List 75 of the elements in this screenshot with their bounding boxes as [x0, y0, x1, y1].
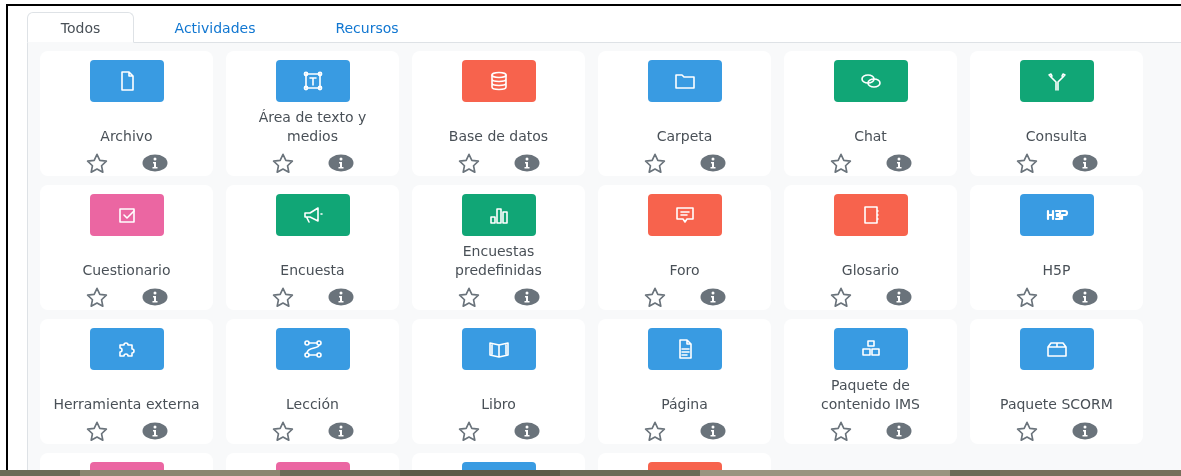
module-name: H5P	[1042, 261, 1071, 280]
module-card[interactable]: Encuesta	[226, 185, 399, 310]
info-icon[interactable]	[699, 422, 726, 440]
star-icon[interactable]	[271, 421, 294, 441]
star-icon[interactable]	[457, 153, 480, 173]
module-name: Archivo	[100, 127, 153, 146]
star-icon[interactable]	[85, 287, 108, 307]
info-icon[interactable]	[885, 154, 912, 172]
module-name: Foro	[669, 261, 700, 280]
module-name: Consulta	[1025, 127, 1088, 146]
module-card[interactable]: Consulta	[970, 51, 1143, 176]
module-name: Cuestionario	[82, 261, 171, 280]
module-name: Herramienta externa	[53, 395, 200, 414]
star-icon[interactable]	[271, 153, 294, 173]
module-name: Encuesta	[280, 261, 345, 280]
tab[interactable]: Todos	[27, 12, 134, 43]
tab[interactable]: Actividades	[134, 12, 296, 43]
star-icon[interactable]	[643, 153, 666, 173]
star-icon[interactable]	[457, 287, 480, 307]
module-card[interactable]: Herramienta externa	[40, 319, 213, 444]
module-card[interactable]: Cuestionario	[40, 185, 213, 310]
star-icon[interactable]	[271, 287, 294, 307]
star-icon[interactable]	[1015, 287, 1038, 307]
module-card[interactable]: Paquete SCORM	[970, 319, 1143, 444]
module-card[interactable]: Base de datos	[412, 51, 585, 176]
info-icon[interactable]	[327, 154, 354, 172]
info-icon[interactable]	[885, 288, 912, 306]
star-icon[interactable]	[829, 287, 852, 307]
module-card[interactable]: Encuestas predefinidas	[412, 185, 585, 310]
module-card[interactable]: Archivo	[40, 51, 213, 176]
module-name: Lección	[286, 395, 339, 414]
star-icon[interactable]	[1015, 421, 1038, 441]
star-icon[interactable]	[85, 421, 108, 441]
module-card[interactable]: Foro	[598, 185, 771, 310]
module-card[interactable]: Lección	[226, 319, 399, 444]
star-icon[interactable]	[643, 421, 666, 441]
module-card[interactable]: H5P	[970, 185, 1143, 310]
module-name: Libro	[481, 395, 516, 414]
info-icon[interactable]	[513, 422, 540, 440]
info-icon[interactable]	[141, 288, 168, 306]
star-icon[interactable]	[1015, 153, 1038, 173]
info-icon[interactable]	[513, 154, 540, 172]
module-name: Glosario	[841, 261, 900, 280]
info-icon[interactable]	[1071, 422, 1098, 440]
module-name: Página	[661, 395, 708, 414]
module-card[interactable]: Libro	[412, 319, 585, 444]
info-icon[interactable]	[699, 288, 726, 306]
module-name: Carpeta	[656, 127, 713, 146]
module-name: Base de datos	[448, 127, 549, 146]
info-icon[interactable]	[699, 154, 726, 172]
star-icon[interactable]	[643, 287, 666, 307]
info-icon[interactable]	[1071, 154, 1098, 172]
info-icon[interactable]	[327, 288, 354, 306]
module-card[interactable]: Carpeta	[598, 51, 771, 176]
star-icon[interactable]	[457, 421, 480, 441]
module-card[interactable]: Chat	[784, 51, 957, 176]
tab[interactable]: Recursos	[296, 12, 438, 43]
module-name: Área de texto y medios	[257, 108, 368, 146]
module-card[interactable]: Área de texto y medios	[226, 51, 399, 176]
info-icon[interactable]	[885, 422, 912, 440]
star-icon[interactable]	[829, 421, 852, 441]
module-name: Encuestas predefinidas	[454, 242, 543, 280]
module-card[interactable]: Glosario	[784, 185, 957, 310]
module-card[interactable]: Página	[598, 319, 771, 444]
info-icon[interactable]	[141, 422, 168, 440]
module-name: Paquete de contenido IMS	[820, 376, 921, 414]
info-icon[interactable]	[327, 422, 354, 440]
module-name: Paquete SCORM	[1000, 395, 1113, 414]
info-icon[interactable]	[141, 154, 168, 172]
module-card[interactable]: Paquete de contenido IMS	[784, 319, 957, 444]
module-name: Chat	[854, 127, 887, 146]
info-icon[interactable]	[1071, 288, 1098, 306]
star-icon[interactable]	[829, 153, 852, 173]
star-icon[interactable]	[85, 153, 108, 173]
info-icon[interactable]	[513, 288, 540, 306]
